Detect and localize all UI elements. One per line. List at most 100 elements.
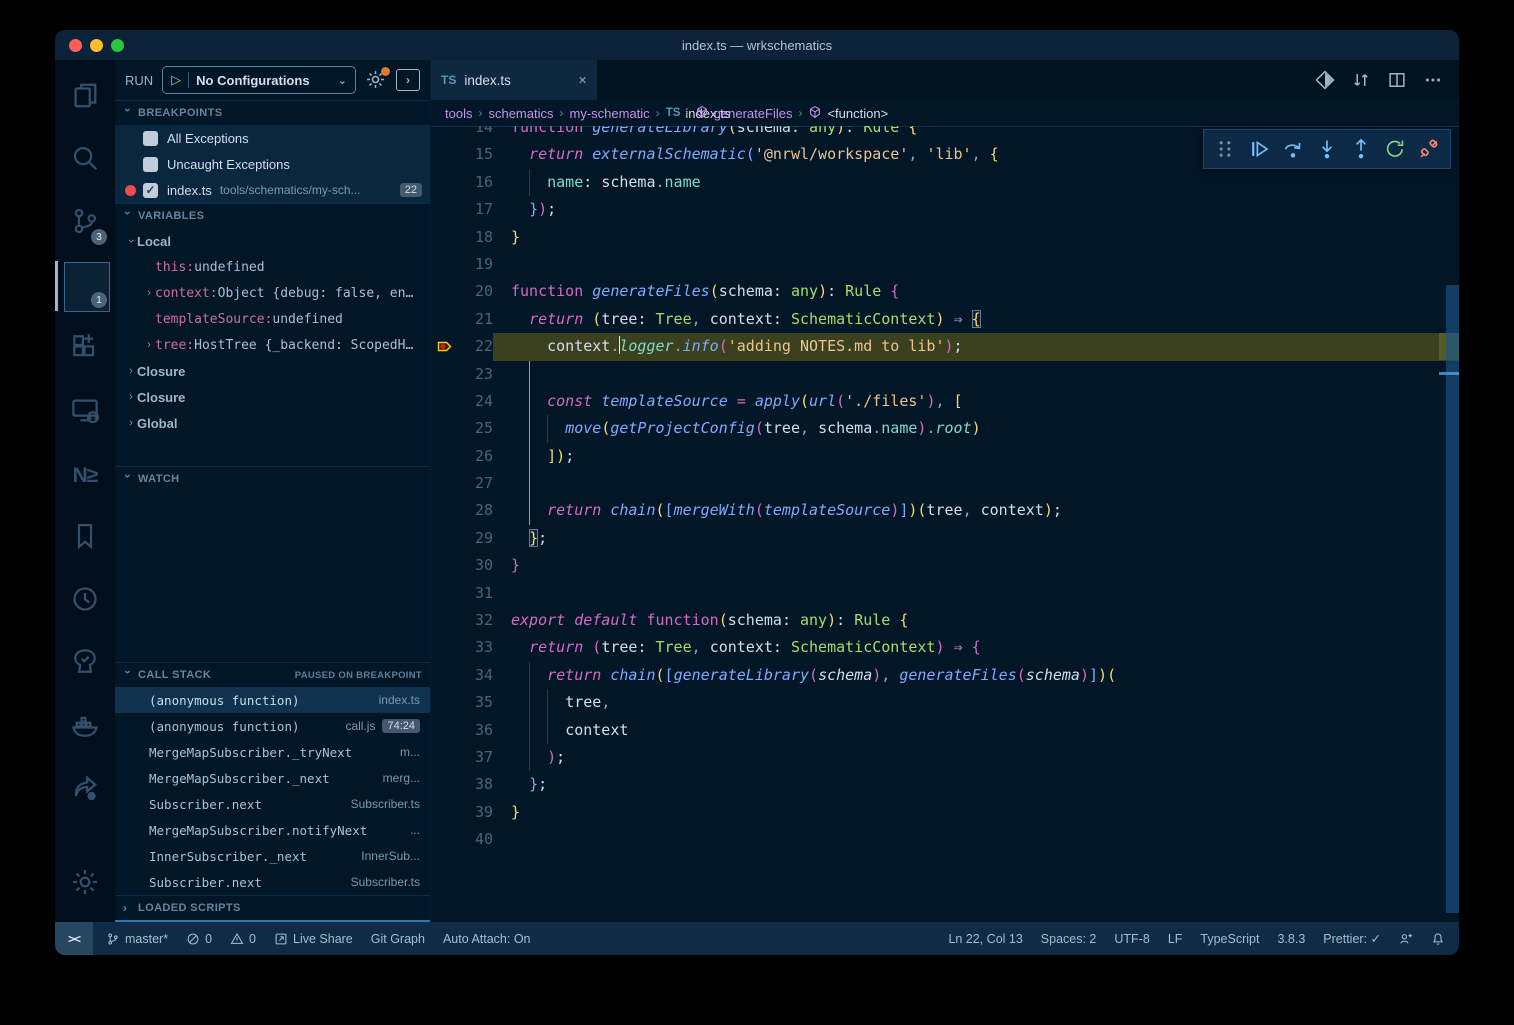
gutter-breakpoint-area[interactable]: [431, 497, 457, 524]
activity-item-testing[interactable]: [55, 633, 115, 696]
breadcrumb-indexts[interactable]: TSindex.ts: [666, 107, 679, 120]
gutter-breakpoint-area[interactable]: [431, 470, 457, 497]
line-number[interactable]: 37: [457, 744, 493, 771]
code-line-content[interactable]: [493, 826, 1459, 853]
line-number[interactable]: 21: [457, 306, 493, 333]
line-number[interactable]: 26: [457, 443, 493, 470]
scope-row-closure[interactable]: ›Closure: [115, 384, 430, 410]
debug-settings-gear[interactable]: [365, 69, 387, 91]
tab-index-ts[interactable]: TS index.ts ×: [431, 60, 597, 100]
status-feedback[interactable]: [1399, 922, 1413, 955]
vertical-scrollbar[interactable]: [1446, 285, 1459, 913]
line-number[interactable]: 14: [457, 126, 493, 141]
line-number[interactable]: 33: [457, 634, 493, 661]
variable-row-templateSource[interactable]: templateSource: undefined: [115, 306, 430, 332]
gutter-breakpoint-area[interactable]: [431, 224, 457, 251]
status-notifications[interactable]: [1431, 922, 1445, 955]
line-number[interactable]: 36: [457, 717, 493, 744]
stack-frame-row[interactable]: (anonymous function)index.ts: [115, 687, 430, 713]
status-git-graph[interactable]: Git Graph: [362, 922, 434, 955]
scope-row-closure[interactable]: ›Closure: [115, 358, 430, 384]
line-number[interactable]: 29: [457, 525, 493, 552]
code-line-content[interactable]: ]);: [493, 443, 1459, 470]
gutter-breakpoint-area[interactable]: [431, 415, 457, 442]
checkbox-unchecked[interactable]: [143, 131, 158, 146]
breadcrumb-schematics[interactable]: schematics: [488, 106, 553, 121]
step-into-button[interactable]: [1310, 132, 1344, 166]
line-number[interactable]: 16: [457, 169, 493, 196]
code-line-content[interactable]: [493, 580, 1459, 607]
activity-item-docker[interactable]: [55, 696, 115, 759]
activity-item-history[interactable]: [55, 570, 115, 633]
stack-frame-row[interactable]: Subscriber.nextSubscriber.ts: [115, 869, 430, 895]
checkbox-unchecked[interactable]: [143, 157, 158, 172]
gutter-breakpoint-area[interactable]: [431, 799, 457, 826]
gutter-breakpoint-area[interactable]: [431, 278, 457, 305]
line-number[interactable]: 27: [457, 470, 493, 497]
loaded-scripts-section-header[interactable]: › LOADED SCRIPTS: [115, 895, 430, 920]
line-number[interactable]: 39: [457, 799, 493, 826]
gutter-breakpoint-area[interactable]: [431, 169, 457, 196]
code-line-content[interactable]: }: [493, 552, 1459, 579]
line-number[interactable]: 28: [457, 497, 493, 524]
gutter-breakpoint-area[interactable]: [431, 771, 457, 798]
line-number[interactable]: 31: [457, 580, 493, 607]
code-line-content[interactable]: }: [493, 799, 1459, 826]
activity-item-source-control[interactable]: 3: [55, 192, 115, 255]
activity-item-nx-console[interactable]: N≥: [55, 444, 115, 507]
activity-item-bookmarks[interactable]: [55, 507, 115, 570]
line-number[interactable]: 15: [457, 141, 493, 168]
current-breakpoint-indicator[interactable]: [431, 333, 457, 360]
code-line-content[interactable]: return chain([mergeWith(templateSource)]…: [493, 497, 1459, 524]
code-line-content[interactable]: function generateFiles(schema: any): Rul…: [493, 278, 1459, 305]
code-line-content[interactable]: }: [493, 224, 1459, 251]
status-indentation[interactable]: Spaces: 2: [1041, 922, 1097, 955]
gutter-breakpoint-area[interactable]: [431, 552, 457, 579]
code-line-content[interactable]: [493, 251, 1459, 278]
status-eol[interactable]: LF: [1168, 922, 1183, 955]
gutter-breakpoint-area[interactable]: [431, 306, 457, 333]
stack-frame-row[interactable]: (anonymous function)call.js74:24: [115, 713, 430, 739]
breadcrumb-tools[interactable]: tools: [445, 106, 472, 121]
gutter-breakpoint-area[interactable]: [431, 443, 457, 470]
status-git-branch[interactable]: master*: [97, 922, 177, 955]
open-changes-icon[interactable]: [1315, 70, 1335, 90]
code-editor[interactable]: 14function generateLibrary(schema: any):…: [431, 126, 1459, 922]
code-line-content[interactable]: [493, 361, 1459, 388]
variable-row-tree[interactable]: ›tree: HostTree {_backend: ScopedH…: [115, 332, 430, 358]
debug-console-button[interactable]: ›: [396, 69, 420, 91]
code-line-content[interactable]: tree,: [493, 689, 1459, 716]
line-number[interactable]: 22: [457, 333, 493, 360]
gutter-breakpoint-area[interactable]: [431, 717, 457, 744]
code-line-content[interactable]: return chain([generateLibrary(schema), g…: [493, 662, 1459, 689]
continue-button[interactable]: [1242, 132, 1276, 166]
line-number[interactable]: 25: [457, 415, 493, 442]
activity-item-run-debug[interactable]: 1: [55, 255, 115, 318]
breakpoint-row[interactable]: Uncaught Exceptions: [115, 151, 430, 177]
breakpoint-row[interactable]: ✓index.tstools/schematics/my-sch...22: [115, 177, 430, 203]
split-editor-icon[interactable]: [1387, 70, 1407, 90]
code-line-content[interactable]: };: [493, 525, 1459, 552]
gutter-breakpoint-area[interactable]: [431, 196, 457, 223]
status-ts-version[interactable]: 3.8.3: [1277, 922, 1305, 955]
gutter-breakpoint-area[interactable]: [431, 662, 457, 689]
status-problems-errors[interactable]: 0: [177, 922, 221, 955]
checkbox-checked[interactable]: ✓: [143, 183, 158, 198]
variable-row-this[interactable]: this: undefined: [115, 254, 430, 280]
status-live-share[interactable]: Live Share: [265, 922, 362, 955]
stack-frame-row[interactable]: Subscriber.nextSubscriber.ts: [115, 791, 430, 817]
activity-item-share[interactable]: [55, 759, 115, 822]
variables-section-header[interactable]: › VARIABLES: [115, 203, 430, 228]
gutter-breakpoint-area[interactable]: [431, 361, 457, 388]
line-number[interactable]: 17: [457, 196, 493, 223]
gutter-breakpoint-area[interactable]: [431, 141, 457, 168]
launch-configuration-dropdown[interactable]: ▷ No Configurations ⌄: [162, 66, 356, 94]
scope-row-global[interactable]: ›Global: [115, 410, 430, 436]
activity-item-explorer[interactable]: [55, 66, 115, 129]
code-line-content[interactable]: export default function(schema: any): Ru…: [493, 607, 1459, 634]
code-line-content[interactable]: context.logger.info('adding NOTES.md to …: [493, 333, 1459, 360]
line-number[interactable]: 18: [457, 224, 493, 251]
breadcrumb-generateFiles[interactable]: generateFiles: [695, 105, 793, 122]
watch-section-header[interactable]: › WATCH: [115, 466, 430, 491]
sash-highlight[interactable]: [115, 920, 430, 922]
